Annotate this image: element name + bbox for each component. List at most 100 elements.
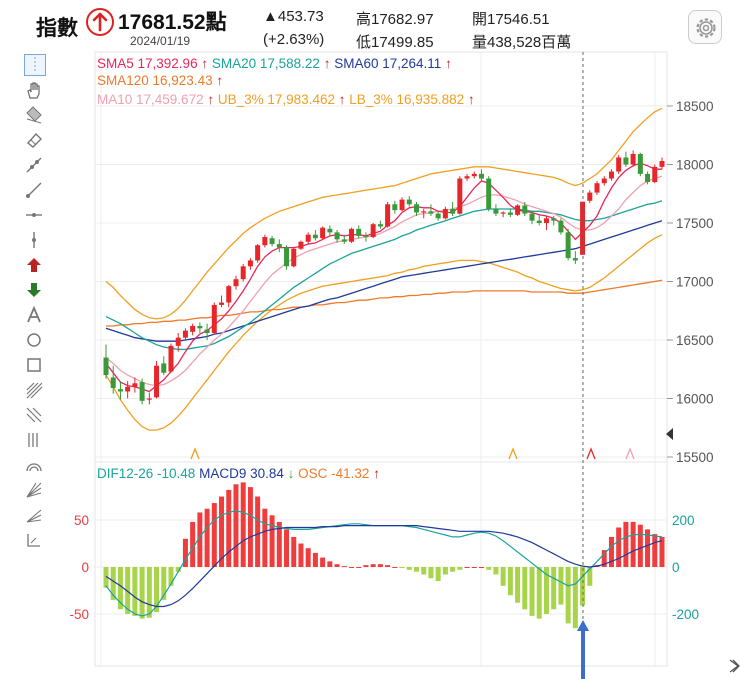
- candle-body: [442, 208, 448, 219]
- osc-bar: [421, 567, 427, 575]
- candle-body: [276, 244, 282, 248]
- candle-body: [312, 234, 318, 239]
- osc-bar: [623, 521, 629, 567]
- candle-body: [637, 153, 643, 174]
- osc-bar: [536, 567, 542, 619]
- legend-sma60-arrow: ↑: [445, 56, 452, 71]
- osc-bar: [139, 567, 145, 619]
- osc-bar: [255, 496, 261, 567]
- legend-row-3: MA10 17,459.672 ↑ UB_3% 17,983.462 ↑ LB_…: [97, 92, 475, 107]
- macd-left-tick-label: 0: [81, 560, 89, 575]
- lower-band-line: [105, 234, 663, 431]
- price-tick-label: 18000: [676, 158, 714, 173]
- osc-bar: [471, 567, 477, 568]
- candle-body: [139, 382, 145, 401]
- osc-bar: [298, 543, 304, 567]
- candle-body: [175, 337, 181, 346]
- candle-body: [529, 213, 535, 221]
- candle-body: [551, 218, 557, 221]
- price-grid: [95, 105, 673, 458]
- legend-row-2: SMA120 16,923.43 ↑: [97, 73, 223, 88]
- candle-body: [493, 208, 499, 214]
- candle-body: [204, 329, 210, 333]
- macd-right-tick-label: 200: [672, 513, 695, 528]
- candle-body: [117, 389, 123, 392]
- osc-bar: [399, 567, 405, 568]
- sma5-line: [105, 162, 662, 393]
- osc-bar: [565, 567, 571, 624]
- legend-sma5: SMA5 17,392.96: [97, 56, 198, 71]
- price-tick-labels: 18500 18000 17500 17000 16500 16000 15500: [676, 99, 714, 465]
- candle-body: [522, 205, 528, 214]
- candle-body: [327, 228, 333, 233]
- candle-body: [413, 204, 419, 213]
- osc-bar: [551, 567, 557, 610]
- candle-body: [233, 279, 239, 287]
- sma120-line: [106, 279, 663, 327]
- candle-body: [428, 211, 434, 214]
- candle-body: [464, 176, 470, 179]
- candle-body: [630, 153, 636, 165]
- candle-body: [623, 157, 629, 165]
- osc-bar: [233, 484, 239, 567]
- osc-bar: [413, 567, 419, 572]
- osc-bar: [363, 565, 369, 567]
- upper-band-line: [105, 107, 663, 320]
- candle-body: [103, 357, 109, 376]
- legend-osc-arrow: ↑: [373, 466, 380, 481]
- candle-body: [211, 304, 217, 333]
- candle-body: [486, 178, 492, 209]
- candle-body: [652, 166, 658, 183]
- macd-right-tick-label: -200: [672, 607, 699, 622]
- osc-bar: [558, 567, 564, 605]
- osc-bar: [211, 503, 217, 567]
- candle-body: [363, 235, 369, 238]
- candle-body: [161, 363, 167, 373]
- legend-sma20-arrow: ↑: [323, 56, 331, 71]
- osc-bar: [435, 567, 441, 582]
- macd-lines: [105, 509, 663, 617]
- osc-bar: [269, 515, 275, 567]
- legend-ub-arrow: ↑: [338, 92, 346, 107]
- osc-bar: [428, 567, 434, 579]
- osc-bar: [587, 567, 593, 586]
- osc-bar: [522, 567, 528, 610]
- candle-body: [219, 302, 225, 305]
- osc-bar: [370, 564, 376, 567]
- candle-body: [478, 173, 484, 179]
- moving-average-lines: [105, 107, 663, 431]
- macd-left-tick-label: -50: [69, 607, 89, 622]
- legend-sma120: SMA120 16,923.43: [97, 73, 213, 88]
- legend-ma10: MA10 17,459.672: [97, 92, 204, 107]
- legend-row-1: SMA5 17,392.96 ↑ SMA20 17,588.22 ↑ SMA60…: [97, 56, 452, 71]
- price-panel-frame: [94, 51, 668, 463]
- osc-bar: [240, 482, 246, 567]
- macd-right-ticks: 200 0 -200: [672, 513, 699, 622]
- candle-body: [154, 365, 160, 398]
- osc-bar: [507, 567, 513, 596]
- candle-body: [385, 204, 391, 227]
- candle-body: [341, 239, 347, 242]
- legend-lb: LB_3% 16,935.882: [349, 92, 465, 107]
- candle-body: [500, 212, 506, 214]
- candle-body: [450, 208, 456, 214]
- osc-bar: [493, 567, 499, 575]
- osc-bar: [320, 557, 326, 567]
- candle-body: [601, 178, 607, 184]
- scroll-right-icon-2[interactable]: [732, 659, 740, 673]
- candle-body: [132, 383, 138, 387]
- price-tick-label: 16500: [676, 333, 714, 348]
- price-tick-label: 15500: [676, 450, 714, 465]
- legend-dif: DIF12-26 -10.48: [97, 466, 196, 481]
- price-tick-label: 16000: [676, 392, 714, 407]
- candle-body: [269, 238, 275, 245]
- osc-bar: [312, 552, 318, 567]
- legend-sma20: SMA20 17,588.22: [211, 56, 320, 71]
- macd-left-tick-label: 50: [74, 513, 89, 528]
- osc-bar: [450, 567, 456, 572]
- osc-bar: [291, 536, 297, 567]
- osc-bar: [356, 567, 362, 568]
- candle-body: [377, 224, 383, 227]
- macd9-line: [105, 525, 663, 608]
- osc-bar: [146, 567, 152, 618]
